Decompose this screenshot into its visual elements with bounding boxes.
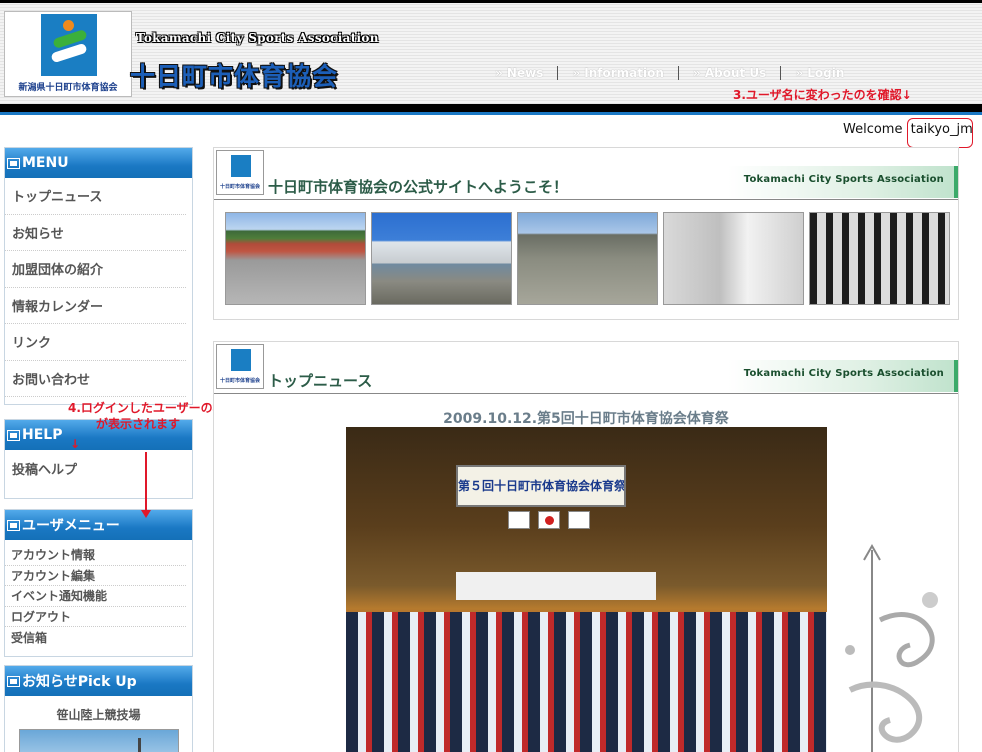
sidebar-item-event-notify[interactable]: イベント通知機能 [5,586,186,607]
logo-caption: 新潟県十日町市体育協会 [18,83,118,93]
welcome-panel-header: 十日町市体育協会 十日町市体育協会の公式サイトへようこそ！ Tokamachi … [214,148,958,200]
welcome-panel: 十日町市体育協会 十日町市体育協会の公式サイトへようこそ！ Tokamachi … [213,147,959,320]
sidebar-item-member-groups[interactable]: 加盟団体の紹介 [5,251,186,288]
photo-track[interactable] [225,212,366,305]
sidebar-item-posting-help[interactable]: 投稿ヘルプ [5,450,186,487]
photo-seats-interior[interactable] [663,212,804,305]
facility-photos [225,212,950,305]
book-icon [7,675,20,687]
book-icon [7,519,20,531]
sidebar-user-menu-title: ユーザメニュー [22,518,120,534]
nav-about-us[interactable]: » About Us [677,66,780,80]
sidebar-menu-header: MENU [5,148,192,178]
site-name-japanese: 十日町市体育協会 [130,62,339,91]
news-panel-title: トップニュース [268,372,373,390]
audience-rows [346,612,827,752]
mini-logo-icon: 十日町市体育協会 [216,150,264,195]
annotation-confirm-username: 3.ユーザ名に変わったのを確認↓ [733,88,912,102]
sidebar-user-menu: ユーザメニュー アカウント情報 アカウント編集 イベント通知機能 ログアウト 受… [4,509,193,657]
sidebar-pickup-header: お知らせPick Up [5,666,192,696]
stage-table [456,572,656,600]
sidebar-item-logout[interactable]: ログアウト [5,607,186,627]
annotation-arrow-down: ↓ [70,437,81,451]
association-badge: Tokamachi City Sports Association [728,360,958,392]
pickup-item-title[interactable]: 笹山陸上競技場 [5,706,192,723]
news-photo[interactable]: 第５回十日町市体育協会体育祭 [346,427,827,752]
sidebar-item-contact[interactable]: お問い合わせ [5,361,186,397]
pickup-image[interactable] [19,729,179,752]
header-accent-line [0,112,982,115]
welcome-panel-title: 十日町市体育協会の公式サイトへようこそ！ [268,178,569,196]
sidebar-user-menu-header: ユーザメニュー [5,510,192,540]
welcome-label: Welcome [843,122,903,137]
sidebar-item-account-info[interactable]: アカウント情報 [5,545,186,566]
annotation-arrow-line [145,452,147,512]
site-header: 新潟県十日町市体育協会 Tokamachi City Sports Associ… [0,3,982,104]
book-icon [7,157,20,169]
sidebar-pickup: お知らせPick Up 笹山陸上競技場 [4,665,193,752]
news-headline[interactable]: 2009.10.12.第5回十日町市体育協会体育祭 [214,408,958,428]
flag-japan [538,511,560,529]
sidebar-pickup-title: お知らせPick Up [22,674,137,690]
nav-news[interactable]: » News [495,66,557,80]
annotation-arrow-head [141,510,151,518]
photo-stadium[interactable] [371,212,512,305]
username-highlight [907,118,973,148]
site-name-english: Tokamachi City Sports Association [136,31,379,45]
photo-stands[interactable] [517,212,658,305]
nav-login[interactable]: » Login [780,66,858,80]
stage-banner: 第５回十日町市体育協会体育祭 [456,465,626,507]
photo-windows[interactable] [809,212,950,305]
site-logo[interactable]: 新潟県十日町市体育協会 [4,11,132,97]
association-badge: Tokamachi City Sports Association [728,166,958,198]
sidebar-menu: MENU トップニュース お知らせ 加盟団体の紹介 情報カレンダー リンク お問… [4,147,193,405]
mini-logo-icon: 十日町市体育協会 [216,344,264,389]
global-nav: » News » Information » About Us » Login [495,66,858,80]
flag-left [508,511,530,529]
sidebar-help-title: HELP [22,427,63,443]
flag-right [568,511,590,529]
news-panel-header: 十日町市体育協会 トップニュース Tokamachi City Sports A… [214,342,958,394]
sidebar-item-notices[interactable]: お知らせ [5,215,186,251]
logo-emblem-icon [41,14,97,76]
sidebar-item-inbox[interactable]: 受信箱 [5,627,186,648]
nav-information[interactable]: » Information [557,66,678,80]
annotation-menu-note-2: が表示されます [96,417,181,431]
book-icon [7,429,20,441]
sidebar-item-top-news[interactable]: トップニュース [5,178,186,215]
decorative-graphic [845,543,938,752]
sidebar-item-calendar[interactable]: 情報カレンダー [5,288,186,324]
page-root: 新潟県十日町市体育協会 Tokamachi City Sports Associ… [0,0,982,752]
sidebar-menu-title: MENU [22,155,69,171]
header-divider [0,104,982,112]
sidebar-item-links[interactable]: リンク [5,324,186,361]
sidebar-item-account-edit[interactable]: アカウント編集 [5,566,186,586]
